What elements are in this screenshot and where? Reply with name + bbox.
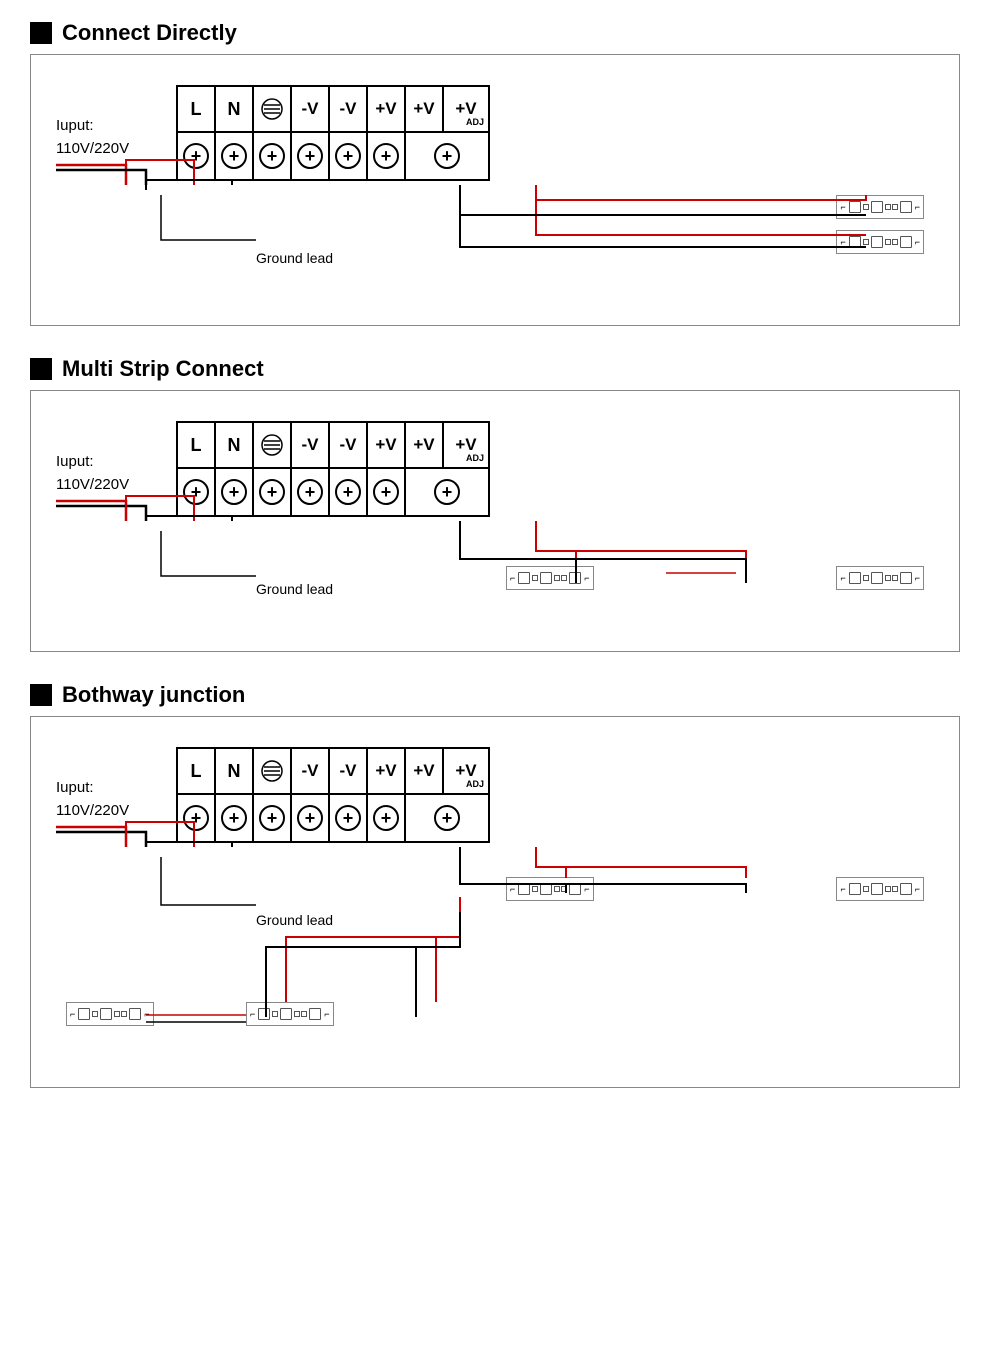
- section-connect-directly: Connect Directly Iuput:110V/220V L N -V …: [30, 20, 960, 326]
- title-icon-3: [30, 684, 52, 706]
- wiring-svg-3: [46, 737, 944, 1067]
- diagram-box-1: Iuput:110V/220V L N -V -V +V +V +VADJ: [30, 54, 960, 326]
- title-text-1: Connect Directly: [62, 20, 237, 46]
- title-icon-1: [30, 22, 52, 44]
- diagram-box-2: Iuput:110V/220V L N -V -V +V +V +VADJ: [30, 390, 960, 652]
- wiring-svg-2: [46, 411, 944, 631]
- title-icon-2: [30, 358, 52, 380]
- section-bothway: Bothway junction Iuput:110V/220V L N -V …: [30, 682, 960, 1088]
- diagram-box-3: Iuput:110V/220V L N -V -V +V +V +VADJ: [30, 716, 960, 1088]
- title-text-2: Multi Strip Connect: [62, 356, 264, 382]
- section-multi-strip: Multi Strip Connect Iuput:110V/220V L N …: [30, 356, 960, 652]
- title-text-3: Bothway junction: [62, 682, 245, 708]
- section-title-bothway: Bothway junction: [30, 682, 960, 708]
- wiring-svg-1: [46, 75, 944, 305]
- section-title-connect-directly: Connect Directly: [30, 20, 960, 46]
- section-title-multi: Multi Strip Connect: [30, 356, 960, 382]
